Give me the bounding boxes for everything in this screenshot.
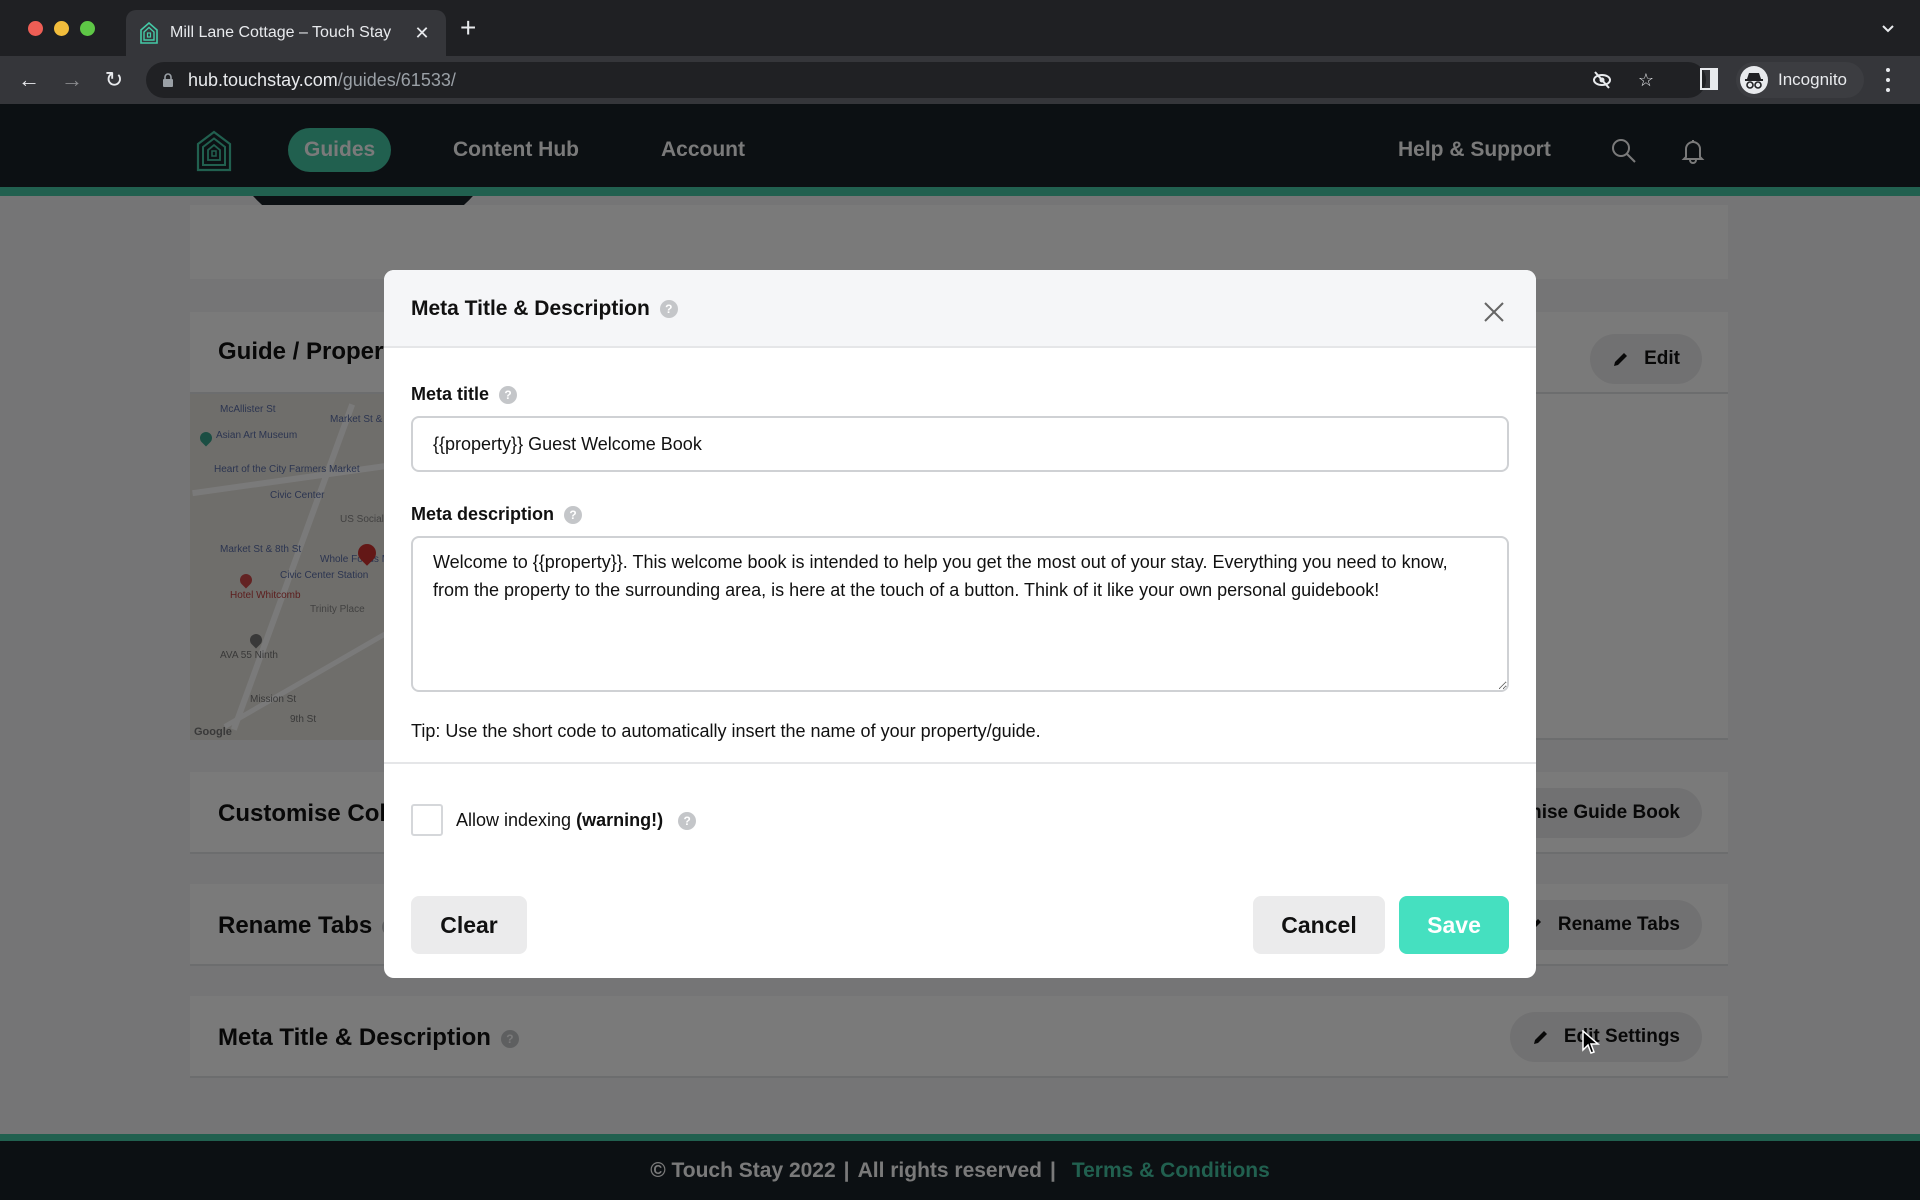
- modal-divider: [384, 762, 1536, 764]
- window-close-button[interactable]: [28, 21, 43, 36]
- shortcode-tip: Tip: Use the short code to automatically…: [411, 721, 1041, 741]
- modal-title: Meta Title & Description?: [411, 297, 678, 321]
- address-bar[interactable]: hub.touchstay.com/guides/61533/ ☆: [146, 62, 1706, 98]
- allow-indexing-label: Allow indexing (warning!) ?: [456, 810, 697, 831]
- meta-title-label-text: Meta title: [411, 384, 490, 404]
- help-icon[interactable]: ?: [678, 812, 697, 831]
- chevron-down-icon[interactable]: [1880, 20, 1896, 36]
- window-maximize-button[interactable]: [80, 21, 95, 36]
- allow-indexing-checkbox[interactable]: [411, 804, 443, 836]
- help-icon[interactable]: ?: [499, 386, 518, 405]
- back-arrow-icon[interactable]: ←: [15, 66, 43, 94]
- side-panel-icon[interactable]: [1700, 68, 1718, 90]
- bookmark-star-icon[interactable]: ☆: [1634, 68, 1658, 92]
- meta-description-label: Meta description?: [411, 504, 583, 525]
- tab-title: Mill Lane Cottage – Touch Stay: [170, 24, 392, 41]
- new-tab-button[interactable]: +: [460, 14, 476, 42]
- url-text: hub.touchstay.com/guides/61533/: [188, 70, 456, 91]
- url-host: hub.touchstay.com: [188, 69, 338, 90]
- meta-title-description-modal: Meta Title & Description? Meta title? Me…: [384, 270, 1536, 978]
- forward-arrow-icon[interactable]: →: [58, 66, 86, 94]
- incognito-profile-button[interactable]: Incognito: [1736, 62, 1864, 98]
- meta-description-textarea[interactable]: [411, 536, 1509, 692]
- allow-indexing-warning: (warning!): [576, 810, 664, 830]
- url-path: /guides/61533/: [337, 69, 456, 90]
- window-minimize-button[interactable]: [54, 21, 69, 36]
- mouse-cursor-icon: [1582, 1030, 1600, 1054]
- browser-menu-icon[interactable]: [1884, 68, 1892, 92]
- page: Guides Content Hub Account Help & Suppor…: [0, 104, 1920, 1200]
- lock-icon: [163, 73, 173, 87]
- meta-title-label: Meta title?: [411, 384, 518, 405]
- allow-indexing-text: Allow indexing: [456, 810, 572, 830]
- touchstay-favicon-icon: [140, 22, 158, 44]
- meta-description-label-text: Meta description: [411, 504, 555, 524]
- browser-toolbar: ← → ↻ hub.touchstay.com/guides/61533/ ☆ …: [0, 56, 1920, 104]
- incognito-icon: [1740, 66, 1768, 94]
- reload-icon[interactable]: ↻: [100, 66, 128, 94]
- meta-title-input[interactable]: [411, 416, 1509, 472]
- eye-off-icon[interactable]: [1590, 68, 1614, 92]
- help-icon[interactable]: ?: [564, 506, 583, 525]
- modal-header: Meta Title & Description?: [384, 270, 1536, 348]
- browser-tab-active[interactable]: Mill Lane Cottage – Touch Stay ✕: [126, 10, 446, 56]
- clear-button[interactable]: Clear: [411, 896, 527, 954]
- save-button[interactable]: Save: [1399, 896, 1509, 954]
- profile-label: Incognito: [1778, 70, 1847, 89]
- help-icon[interactable]: ?: [659, 300, 678, 319]
- modal-title-text: Meta Title & Description: [411, 297, 650, 320]
- cancel-button[interactable]: Cancel: [1253, 896, 1385, 954]
- tab-close-icon[interactable]: ✕: [412, 23, 432, 44]
- browser-tab-bar: Mill Lane Cottage – Touch Stay ✕ +: [0, 0, 1920, 56]
- close-icon[interactable]: [1482, 300, 1506, 324]
